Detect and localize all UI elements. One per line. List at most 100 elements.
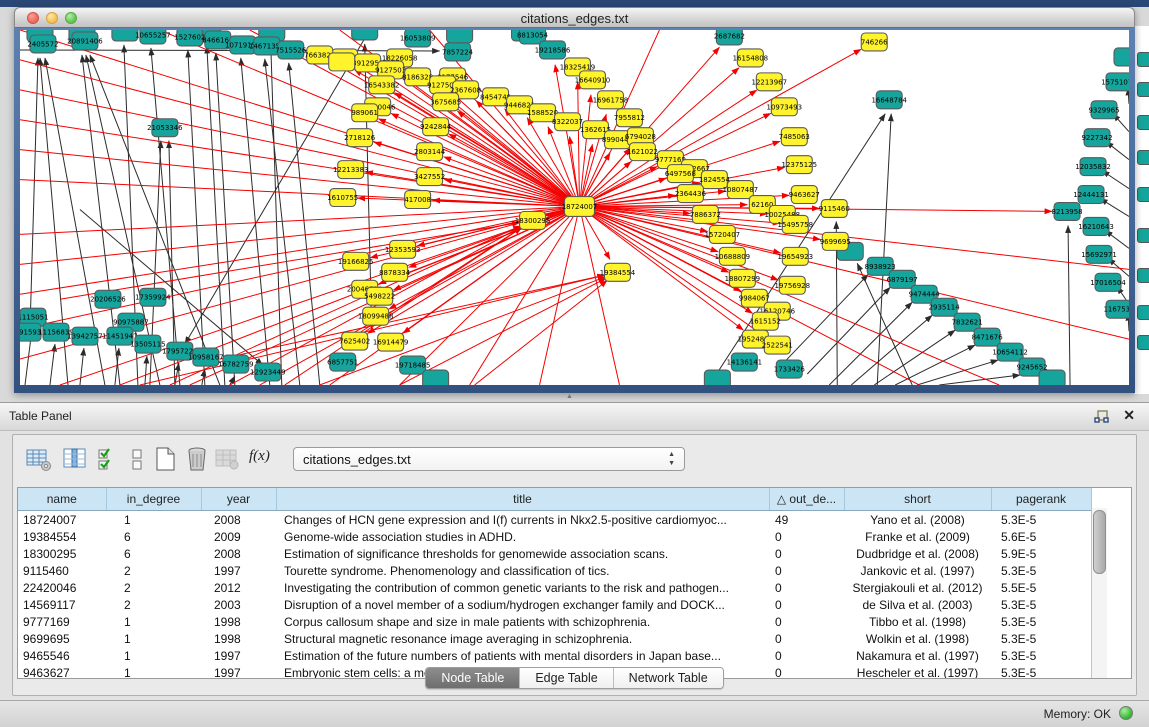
column-header-title[interactable]: title: [276, 488, 769, 511]
graph-node[interactable]: 989061: [351, 104, 378, 122]
graph-node[interactable]: 15720407: [705, 225, 741, 243]
graph-node[interactable]: 7485063: [779, 128, 810, 146]
graph-node[interactable]: 9242844: [420, 118, 452, 136]
graph-node[interactable]: 15751074: [1101, 73, 1129, 91]
graph-node[interactable]: 8878334: [379, 263, 411, 281]
graph-node[interactable]: 6857751: [327, 353, 358, 371]
graph-node[interactable]: 12035832: [1075, 158, 1111, 176]
column-header-year[interactable]: year: [201, 488, 276, 511]
select-all-button[interactable]: [95, 445, 123, 473]
graph-node[interactable]: 2405572: [27, 35, 58, 53]
graph-node[interactable]: 12923449: [250, 363, 286, 381]
graph-node[interactable]: [352, 30, 378, 40]
table-row[interactable]: 911546021997Tourette syndrome. Phenomeno…: [18, 562, 1091, 579]
graph-node[interactable]: 16914479: [373, 333, 409, 351]
graph-node[interactable]: 19218586: [535, 41, 571, 59]
graph-node[interactable]: 16648784: [871, 91, 907, 109]
graph-node[interactable]: 20891406: [67, 32, 103, 50]
panel-divider-handle[interactable]: ▲: [566, 393, 573, 400]
graph-node[interactable]: 2687682: [714, 30, 745, 45]
column-header-short[interactable]: short: [844, 488, 991, 511]
table-row[interactable]: 946554611997Estimation of the future num…: [18, 647, 1091, 664]
graph-node[interactable]: 13942757: [67, 327, 103, 345]
table-scrollbar[interactable]: [1091, 508, 1107, 678]
graph-node[interactable]: 3427552: [414, 168, 445, 186]
column-header-pagerank[interactable]: pagerank: [991, 488, 1091, 511]
float-panel-icon[interactable]: [1094, 409, 1109, 424]
network-graph[interactable]: 2405572208914061065525715276028466160107…: [20, 30, 1129, 385]
graph-node[interactable]: 7857224: [442, 43, 474, 61]
graph-node[interactable]: 16640910: [575, 71, 611, 89]
memory-status-led[interactable]: [1119, 706, 1133, 720]
graph-node[interactable]: 19166825: [338, 252, 374, 270]
graph-node[interactable]: [112, 30, 138, 41]
graph-node[interactable]: 2803144: [414, 143, 446, 161]
column-header-out_de[interactable]: △ out_de...: [769, 488, 844, 511]
graph-node[interactable]: [1114, 48, 1129, 66]
show-column-button[interactable]: [61, 445, 89, 473]
graph-node[interactable]: 2718126: [344, 129, 375, 147]
graph-node[interactable]: 9699695: [820, 232, 851, 250]
clear-selection-button[interactable]: [123, 445, 151, 473]
graph-node[interactable]: 2364436: [675, 185, 706, 203]
graph-node[interactable]: 18807299: [725, 269, 761, 287]
graph-node[interactable]: 8213958: [1052, 203, 1083, 221]
table-row[interactable]: 1456911722003Disruption of a novel membe…: [18, 596, 1091, 613]
table-row[interactable]: 1938455462009Genome-wide association stu…: [18, 528, 1091, 545]
tab-edge-table[interactable]: Edge Table: [520, 668, 613, 688]
column-header-name[interactable]: name: [18, 488, 106, 511]
table-row[interactable]: 977716911998Corpus callosum shape and si…: [18, 613, 1091, 630]
graph-node[interactable]: 18300295: [515, 211, 551, 229]
graph-node[interactable]: 7886372: [690, 206, 721, 224]
graph-node[interactable]: 7515526: [275, 41, 306, 59]
graph-node[interactable]: 13505115: [130, 335, 166, 353]
table-row[interactable]: 969969511998Structural magnetic resonanc…: [18, 630, 1091, 647]
graph-node[interactable]: 19654923: [778, 247, 814, 265]
graph-node[interactable]: 15495758: [778, 215, 814, 233]
tab-node-table[interactable]: Node Table: [426, 668, 520, 688]
graph-node[interactable]: 10973493: [767, 98, 803, 116]
graph-node[interactable]: [423, 370, 449, 385]
graph-node[interactable]: 17016504: [1090, 273, 1126, 291]
graph-node[interactable]: 19756928: [775, 276, 811, 294]
graph-node[interactable]: 10655257: [135, 30, 171, 44]
table-row[interactable]: 1872400712008Changes of HCN gene express…: [18, 511, 1091, 529]
graph-node[interactable]: 1733426: [774, 360, 805, 378]
graph-node[interactable]: 8322037: [552, 113, 583, 131]
graph-node[interactable]: 1615152: [750, 312, 781, 330]
graph-node[interactable]: 20206526: [90, 290, 126, 308]
graph-node[interactable]: 12213967: [752, 73, 788, 91]
tab-network-table[interactable]: Network Table: [614, 668, 723, 688]
graph-node[interactable]: 417008: [404, 191, 431, 209]
graph-node[interactable]: [1039, 370, 1065, 385]
graph-node[interactable]: 1610755: [327, 189, 358, 207]
graph-node[interactable]: 3675685: [430, 93, 461, 111]
graph-node[interactable]: 5498222: [364, 287, 395, 305]
graph-node[interactable]: 8471676: [972, 328, 1003, 346]
table-select-dropdown[interactable]: citations_edges.txt ▲▼: [293, 447, 685, 471]
graph-node[interactable]: [447, 30, 473, 43]
graph-node[interactable]: 746266: [861, 33, 888, 51]
graph-node[interactable]: 16782759: [218, 355, 254, 373]
graph-node[interactable]: 16543382: [364, 76, 400, 94]
delete-column-button[interactable]: [183, 445, 211, 473]
graph-node[interactable]: 1621022: [627, 143, 658, 161]
graph-node[interactable]: 15692971: [1081, 245, 1117, 263]
graph-node[interactable]: 9329965: [1088, 101, 1119, 119]
delete-table-button[interactable]: [213, 445, 241, 473]
graph-node[interactable]: 10688809: [715, 247, 751, 265]
graph-node[interactable]: 19384554: [600, 263, 636, 281]
table-row[interactable]: 1830029562008Estimation of significance …: [18, 545, 1091, 562]
graph-node[interactable]: 18099488: [358, 307, 394, 325]
table-scrollbar-thumb[interactable]: [1093, 510, 1106, 574]
graph-node[interactable]: 1527602: [174, 30, 205, 46]
graph-node[interactable]: 16961758: [593, 91, 629, 109]
graph-node[interactable]: 14136141: [727, 353, 763, 371]
new-column-button[interactable]: [151, 445, 179, 473]
graph-node[interactable]: 16053809: [400, 30, 436, 47]
graph-node[interactable]: 12353593: [385, 240, 421, 258]
close-panel-icon[interactable]: ✕: [1123, 407, 1135, 424]
graph-node[interactable]: 17359924: [135, 288, 171, 306]
graph-node[interactable]: 12213383: [333, 161, 369, 179]
table-row[interactable]: 2242004622012Investigating the contribut…: [18, 579, 1091, 596]
